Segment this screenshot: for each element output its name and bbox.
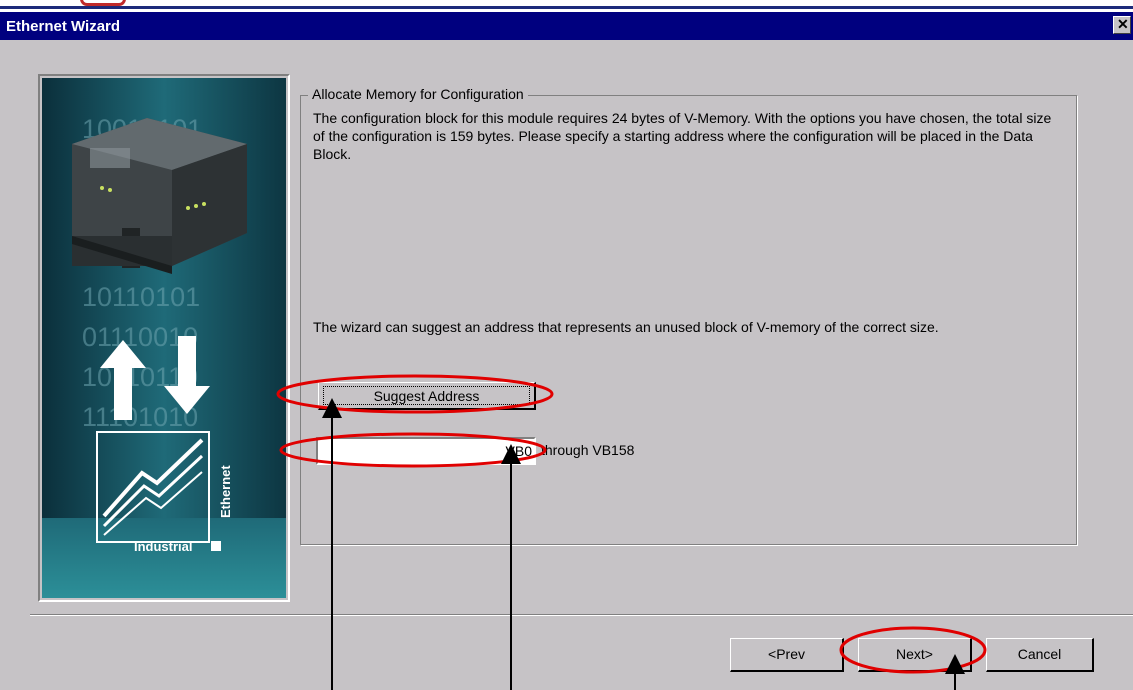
brand-industrial: Industrial (134, 539, 193, 554)
wizard-window: Ethernet Wizard ✕ 10110101 01110010 1011… (0, 12, 1133, 690)
close-button[interactable]: ✕ (1113, 16, 1131, 34)
suggest-address-label: Suggest Address (373, 388, 480, 404)
window-title: Ethernet Wizard (6, 18, 121, 35)
wizard-image: 10010101 10110101 01110010 10110110 1110… (42, 78, 286, 598)
brand-ethernet: Ethernet (218, 465, 233, 518)
wizard-image-frame: 10010101 10110101 01110010 10110110 1110… (38, 74, 290, 602)
next-button[interactable]: Next> (858, 638, 972, 672)
binary-row-2: 10110101 (82, 282, 200, 312)
industrial-ethernet-illustration: 10010101 10110101 01110010 10110110 1110… (42, 78, 286, 598)
close-icon: ✕ (1117, 16, 1129, 32)
group-title: Allocate Memory for Configuration (308, 86, 528, 102)
end-address-label: through VB158 (541, 442, 635, 458)
prev-button[interactable]: <Prev (730, 638, 844, 672)
suggest-address-button[interactable]: Suggest Address (318, 382, 536, 410)
cancel-button[interactable]: Cancel (986, 638, 1094, 672)
title-bar: Ethernet Wizard ✕ (0, 12, 1133, 40)
suggest-description: The wizard can suggest an address that r… (313, 319, 939, 335)
top-rule (0, 6, 1133, 9)
start-address-input[interactable]: VB0 (316, 437, 536, 465)
footer-separator (30, 614, 1133, 616)
config-description: The configuration block for this module … (313, 110, 1052, 162)
binary-row-5: 11101010 (82, 402, 198, 432)
logo-fragment (80, 0, 126, 6)
